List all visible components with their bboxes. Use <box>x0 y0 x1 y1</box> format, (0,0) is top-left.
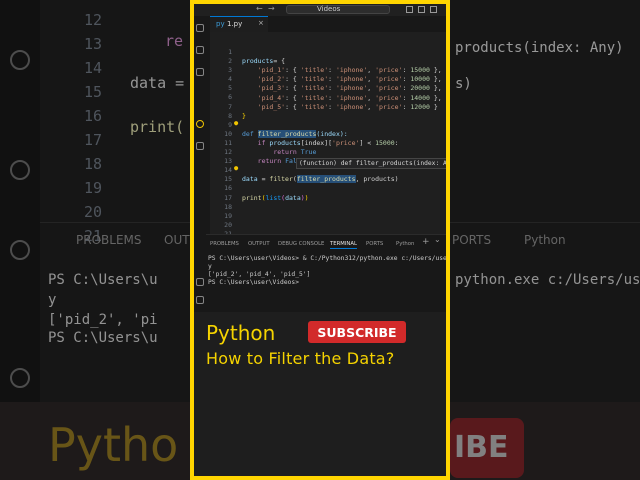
command-center-label: Videos <box>317 5 341 13</box>
code-line-7: 'pid_5': { 'title': 'iphone', 'price': 1… <box>257 102 438 111</box>
python-file-icon: py <box>216 20 225 28</box>
new-terminal-icon[interactable]: + <box>422 237 430 247</box>
command-center-search[interactable]: Videos <box>286 5 390 14</box>
extensions-icon[interactable] <box>196 142 204 150</box>
back-arrow-icon[interactable]: ← <box>256 4 263 13</box>
code-line-6: 'pid_4': { 'title': 'iphone', 'price': 1… <box>257 93 442 102</box>
tab-debug-console[interactable]: DEBUG CONSOLE <box>278 241 324 247</box>
lightbulb-icon[interactable]: ● <box>234 164 238 172</box>
hover-tooltip: (function) def filter_products(index: An… <box>296 158 446 169</box>
layout-secondary-icon[interactable] <box>430 6 437 13</box>
layout-panel-icon[interactable] <box>418 6 425 13</box>
source-control-icon[interactable] <box>196 68 204 76</box>
code-line-3: 'pid_1': { 'title': 'iphone', 'price': 1… <box>257 66 442 75</box>
settings-gear-icon[interactable] <box>196 296 204 304</box>
code-line-4: 'pid_2': { 'title': 'iphone', 'price': 1… <box>257 75 442 84</box>
lightbulb-icon[interactable]: ● <box>234 119 238 127</box>
subscribe-label: SUBSCRIBE <box>317 325 397 340</box>
banner-subtitle: How to Filter the Data? <box>206 349 395 368</box>
code-line-8: } <box>242 111 246 120</box>
tab-ports[interactable]: PORTS <box>366 241 383 247</box>
code-line-10: def filter_products(index): <box>242 129 348 138</box>
tab-1-py[interactable]: py 1.py × <box>210 16 268 32</box>
layout-sidebar-icon[interactable] <box>406 6 413 13</box>
code-editor[interactable]: 1 2 3 4 5 6 7 8 9 10 11 12 13 14 15 16 1… <box>210 32 446 238</box>
line-numbers: 1 2 3 4 5 6 7 8 9 10 11 12 13 14 15 16 1… <box>224 48 232 238</box>
video-banner: Python SUBSCRIBE How to Filter the Data? <box>194 312 446 476</box>
editor-tab-bar: py 1.py × <box>210 16 446 32</box>
terminal-line: ['pid_2', 'pid_4', 'pid_5'] <box>208 271 311 278</box>
forward-arrow-icon[interactable]: → <box>268 4 275 13</box>
code-line-11: if products[index]['price'] < 15000: <box>257 139 399 147</box>
run-debug-icon[interactable] <box>196 120 204 128</box>
terminal-line: PS C:\Users\user\Videos> & C:/Python312/… <box>208 255 446 262</box>
tab-problems[interactable]: PROBLEMS <box>210 241 239 247</box>
terminal-line: y <box>208 263 212 270</box>
explorer-icon[interactable] <box>196 24 204 32</box>
subscribe-button[interactable]: SUBSCRIBE <box>308 321 406 343</box>
tab-output[interactable]: OUTPUT <box>248 241 270 247</box>
terminal-panel: PROBLEMS OUTPUT DEBUG CONSOLE TERMINAL P… <box>206 234 446 313</box>
tab-terminal[interactable]: TERMINAL <box>330 241 357 249</box>
code-line-12: return True <box>273 148 317 157</box>
tab-label: 1.py <box>227 20 243 28</box>
video-frame: ← → Videos py 1.py × 1 2 3 4 5 6 7 8 9 1… <box>190 0 450 480</box>
terminal-line: PS C:\Users\user\Videos> <box>208 279 299 286</box>
account-icon[interactable] <box>196 278 204 286</box>
vscode-window: ← → Videos py 1.py × 1 2 3 4 5 6 7 8 9 1… <box>194 4 446 476</box>
search-icon[interactable] <box>196 46 204 54</box>
code-line-17: print(list(data)) <box>242 193 309 202</box>
close-icon[interactable]: × <box>258 19 264 27</box>
activity-bar <box>194 16 206 312</box>
banner-title: Python <box>206 321 276 345</box>
code-line-15: data = filter(filter_products, products) <box>242 175 399 184</box>
chevron-down-icon[interactable]: ⌄ <box>434 235 441 244</box>
terminal-shell-selector[interactable]: Python <box>396 241 414 247</box>
code-line-2: products= { <box>242 57 286 66</box>
code-line-13: return Fal <box>257 157 297 166</box>
code-line-5: 'pid_3': { 'title': 'iphone', 'price': 2… <box>257 84 442 93</box>
title-bar: ← → Videos <box>194 4 446 16</box>
